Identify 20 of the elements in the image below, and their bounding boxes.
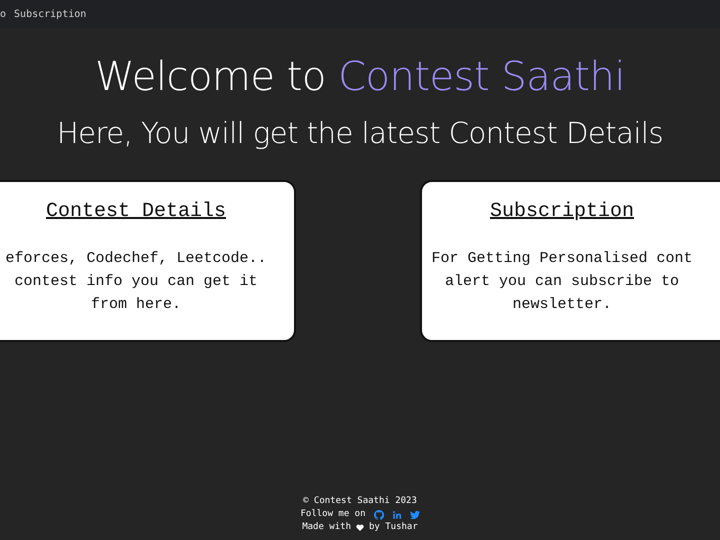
bird-icon[interactable] <box>410 510 420 520</box>
linkedin-icon[interactable] <box>392 510 402 520</box>
follow-text: Follow me on <box>300 508 366 521</box>
card-text: alert you can subscribe to <box>444 272 680 292</box>
card-title: Contest Details <box>46 200 226 223</box>
github-icon[interactable] <box>374 510 384 520</box>
made-with-text: Made with <box>302 521 351 534</box>
page-title: Welcome to Contest Saathi <box>95 54 625 100</box>
card-text: newsletter. <box>512 295 612 315</box>
card-title: Subscription <box>490 200 634 223</box>
nav-link[interactable]: Subscription <box>14 8 86 20</box>
page-subtitle: Here, You will get the latest Contest Details <box>56 116 664 150</box>
nav-link[interactable]: o <box>0 8 6 20</box>
card-text: For Getting Personalised cont <box>431 249 693 269</box>
heart-icon <box>356 524 364 532</box>
card-text: contest info you can get it <box>14 272 258 292</box>
copyright-text: © Contest Saathi 2023 <box>303 495 417 508</box>
card-text: from here. <box>90 295 181 315</box>
card-text: eforces, Codechef, Leetcode.. <box>5 249 267 269</box>
author-text: by Tushar <box>369 521 418 534</box>
